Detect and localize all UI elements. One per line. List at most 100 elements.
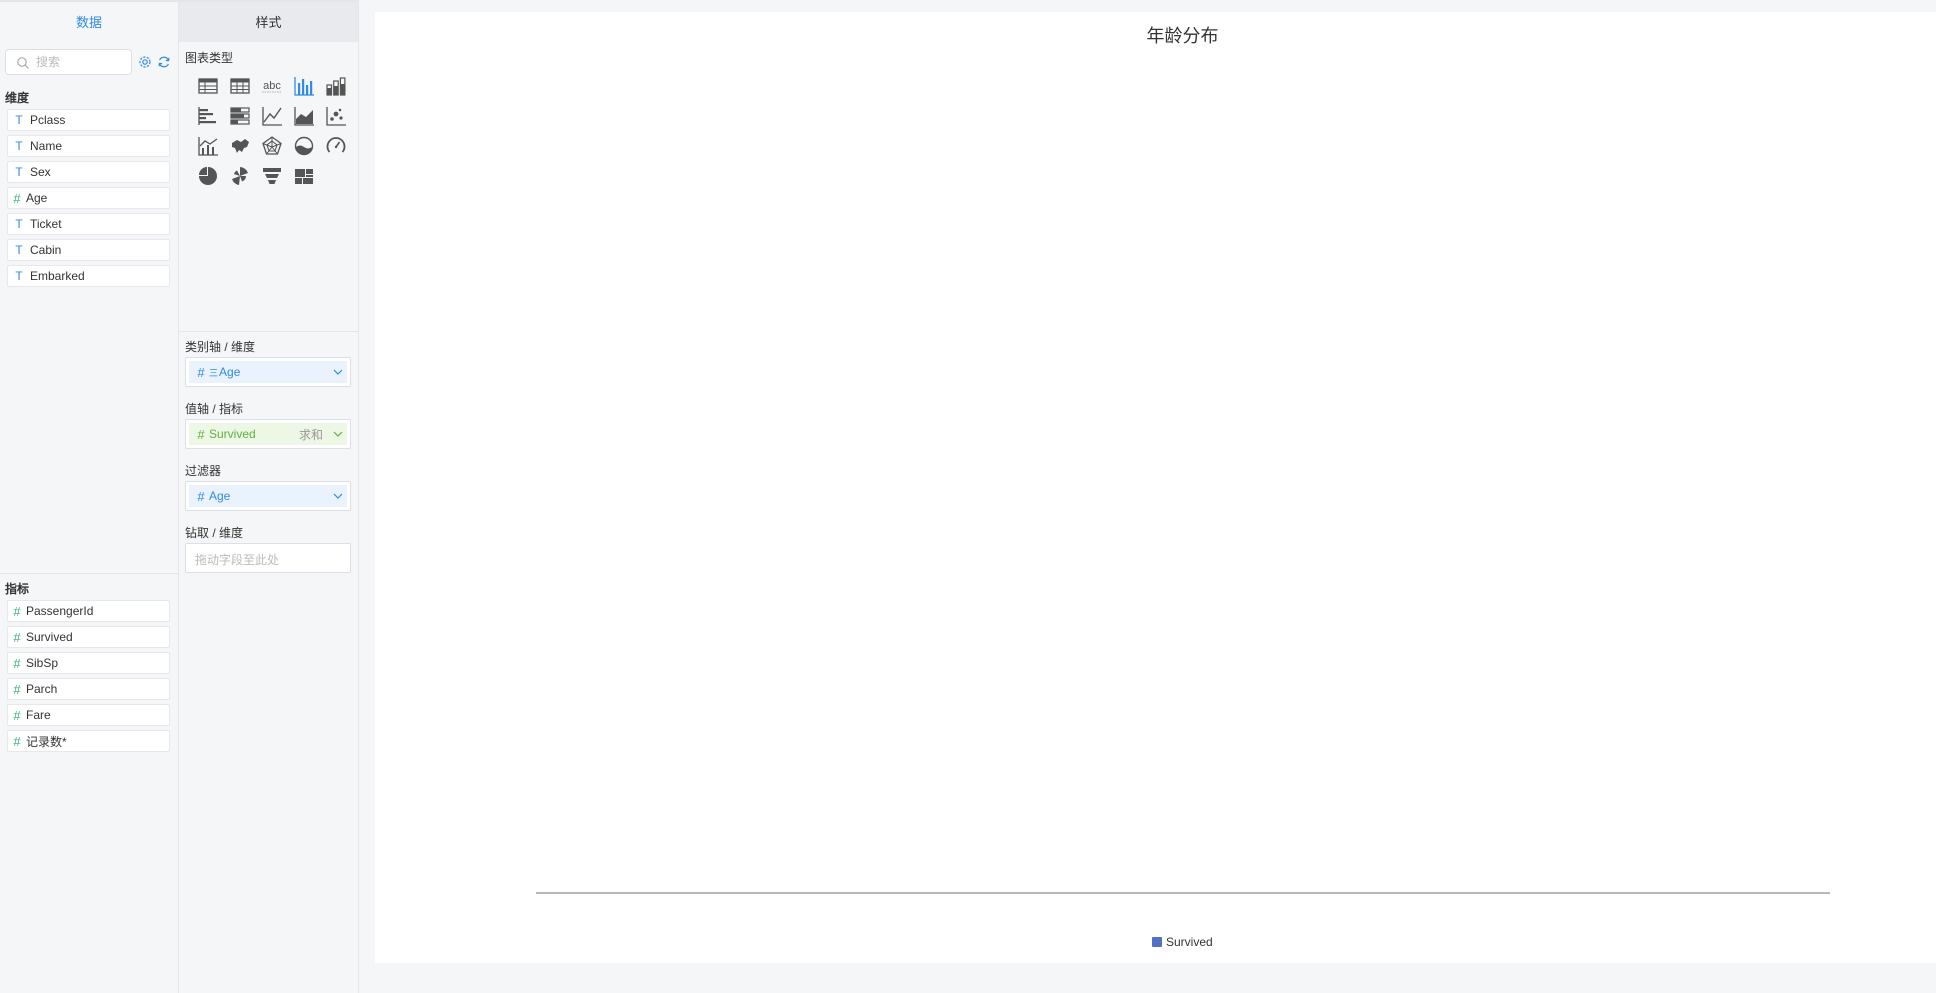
field-label: Parch bbox=[26, 682, 58, 696]
metric-field[interactable]: # 记录数* bbox=[7, 730, 170, 752]
value-axis-pill[interactable]: # Survived 求和 bbox=[189, 423, 347, 445]
metric-list: # PassengerId # Survived # SibSp # Parch # Fa… bbox=[7, 600, 170, 756]
metrics-title: 指标 bbox=[5, 582, 30, 596]
funnel-chart-icon bbox=[263, 168, 281, 184]
chart-canvas: 年龄分布 Survived bbox=[375, 12, 1936, 963]
field-label: Fare bbox=[26, 708, 51, 722]
chart-type-gauge[interactable] bbox=[320, 131, 352, 161]
text-card-glyph: abc bbox=[263, 80, 281, 92]
table-icon bbox=[198, 78, 218, 94]
pill-label: Age bbox=[219, 365, 241, 379]
field-label: Survived bbox=[26, 630, 73, 644]
metric-field[interactable]: # Fare bbox=[7, 704, 170, 726]
chart-type-grid: abc bbox=[192, 71, 352, 191]
number-type-icon: # bbox=[197, 364, 205, 380]
dimension-list: T Pclass T Name T Sex # Age T Ticket T Cabin T… bbox=[7, 109, 170, 291]
number-type-icon: # bbox=[13, 190, 21, 206]
field-label: Ticket bbox=[30, 217, 62, 231]
refresh-icon[interactable] bbox=[157, 55, 171, 69]
text-type-icon: T bbox=[15, 243, 23, 257]
text-type-icon: T bbox=[15, 139, 23, 153]
field-label: Name bbox=[30, 139, 63, 153]
dimension-field[interactable]: T Sex bbox=[7, 161, 170, 183]
dimension-field[interactable]: T Ticket bbox=[7, 213, 170, 235]
filter-pill[interactable]: # Age bbox=[189, 485, 347, 507]
chart-type-liquid[interactable] bbox=[288, 131, 320, 161]
chart-type-area[interactable] bbox=[288, 101, 320, 131]
rose-chart-icon bbox=[232, 167, 248, 185]
chart-type-stacked-bar[interactable] bbox=[320, 71, 352, 101]
section-divider bbox=[179, 331, 358, 332]
chart-legend[interactable]: Survived bbox=[1152, 935, 1213, 949]
number-type-icon: # bbox=[13, 707, 21, 723]
chart-type-funnel[interactable] bbox=[256, 161, 288, 191]
value-axis-shelf[interactable]: # Survived 求和 bbox=[185, 419, 351, 449]
pill-label: Survived bbox=[209, 427, 256, 441]
field-label: PassengerId bbox=[26, 604, 94, 618]
dimension-field[interactable]: T Name bbox=[7, 135, 170, 157]
chevron-down-icon[interactable] bbox=[329, 361, 347, 383]
number-type-icon: # bbox=[13, 681, 21, 697]
chart-type-mixed[interactable] bbox=[192, 131, 224, 161]
area-chart-icon bbox=[294, 107, 314, 126]
chart-type-radar[interactable] bbox=[256, 131, 288, 161]
chart-type-text-card[interactable]: abc bbox=[256, 71, 288, 101]
filter-label: 过滤器 bbox=[185, 464, 222, 478]
legend-label: Survived bbox=[1166, 935, 1213, 949]
chart-type-treemap[interactable] bbox=[288, 161, 320, 191]
metric-field[interactable]: # Survived bbox=[7, 626, 170, 648]
tab-style[interactable]: 样式 bbox=[179, 0, 358, 42]
text-type-icon: T bbox=[15, 269, 23, 283]
number-type-icon: # bbox=[13, 629, 21, 645]
chart-plot bbox=[536, 892, 1830, 894]
chart-type-bar[interactable] bbox=[288, 71, 320, 101]
treemap-icon bbox=[295, 169, 313, 184]
dimension-field[interactable]: T Pclass bbox=[7, 109, 170, 131]
stacked-bar-icon bbox=[326, 77, 346, 96]
chevron-down-icon[interactable] bbox=[329, 485, 347, 507]
search-input[interactable] bbox=[34, 53, 124, 71]
metric-field[interactable]: # PassengerId bbox=[7, 600, 170, 622]
chart-type-scatter[interactable] bbox=[320, 101, 352, 131]
drill-shelf[interactable]: 拖动字段至此处 bbox=[185, 543, 351, 573]
field-label: Age bbox=[26, 191, 48, 205]
field-label: Cabin bbox=[30, 243, 62, 257]
pill-label: Age bbox=[209, 489, 231, 503]
sort-marker: 三 bbox=[209, 367, 219, 378]
settings-icon[interactable] bbox=[138, 55, 152, 69]
aggregation-label: 求和 bbox=[298, 427, 323, 442]
dimensions-title: 维度 bbox=[5, 91, 30, 105]
horizontal-bar-icon bbox=[198, 107, 216, 125]
field-label: Sex bbox=[30, 165, 51, 179]
chart-type-line[interactable] bbox=[256, 101, 288, 131]
dimension-field[interactable]: T Embarked bbox=[7, 265, 170, 287]
mixed-chart-icon bbox=[198, 137, 218, 156]
metric-field[interactable]: # SibSp bbox=[7, 652, 170, 674]
chart-type-rose[interactable] bbox=[224, 161, 256, 191]
chevron-down-icon[interactable] bbox=[329, 423, 347, 445]
number-type-icon: # bbox=[197, 426, 205, 442]
chart-type-detail-table[interactable] bbox=[224, 71, 256, 101]
category-axis-pill[interactable]: # 三 Age bbox=[189, 361, 347, 383]
pie-chart-icon bbox=[199, 167, 217, 185]
map-icon bbox=[232, 139, 249, 153]
chart-type-pie[interactable] bbox=[192, 161, 224, 191]
tab-data[interactable]: 数据 bbox=[0, 0, 178, 42]
dimension-field[interactable]: # Age bbox=[7, 187, 170, 209]
chart-type-table[interactable] bbox=[192, 71, 224, 101]
detail-table-icon bbox=[230, 78, 250, 94]
chart-type-horizontal-bar[interactable] bbox=[192, 101, 224, 131]
category-axis-label: 类别轴 / 维度 bbox=[185, 340, 256, 354]
field-label: Embarked bbox=[30, 269, 85, 283]
category-axis-shelf[interactable]: # 三 Age bbox=[185, 357, 351, 387]
chart-type-map[interactable] bbox=[224, 131, 256, 161]
radar-chart-icon bbox=[262, 136, 282, 155]
bar-chart-icon bbox=[294, 77, 314, 96]
drill-label: 钻取 / 维度 bbox=[185, 526, 244, 540]
chart-type-horizontal-stacked-bar[interactable] bbox=[224, 101, 256, 131]
search-box[interactable] bbox=[5, 49, 132, 75]
filter-shelf[interactable]: # Age bbox=[185, 481, 351, 511]
dimension-field[interactable]: T Cabin bbox=[7, 239, 170, 261]
metric-field[interactable]: # Parch bbox=[7, 678, 170, 700]
legend-swatch bbox=[1152, 937, 1162, 947]
